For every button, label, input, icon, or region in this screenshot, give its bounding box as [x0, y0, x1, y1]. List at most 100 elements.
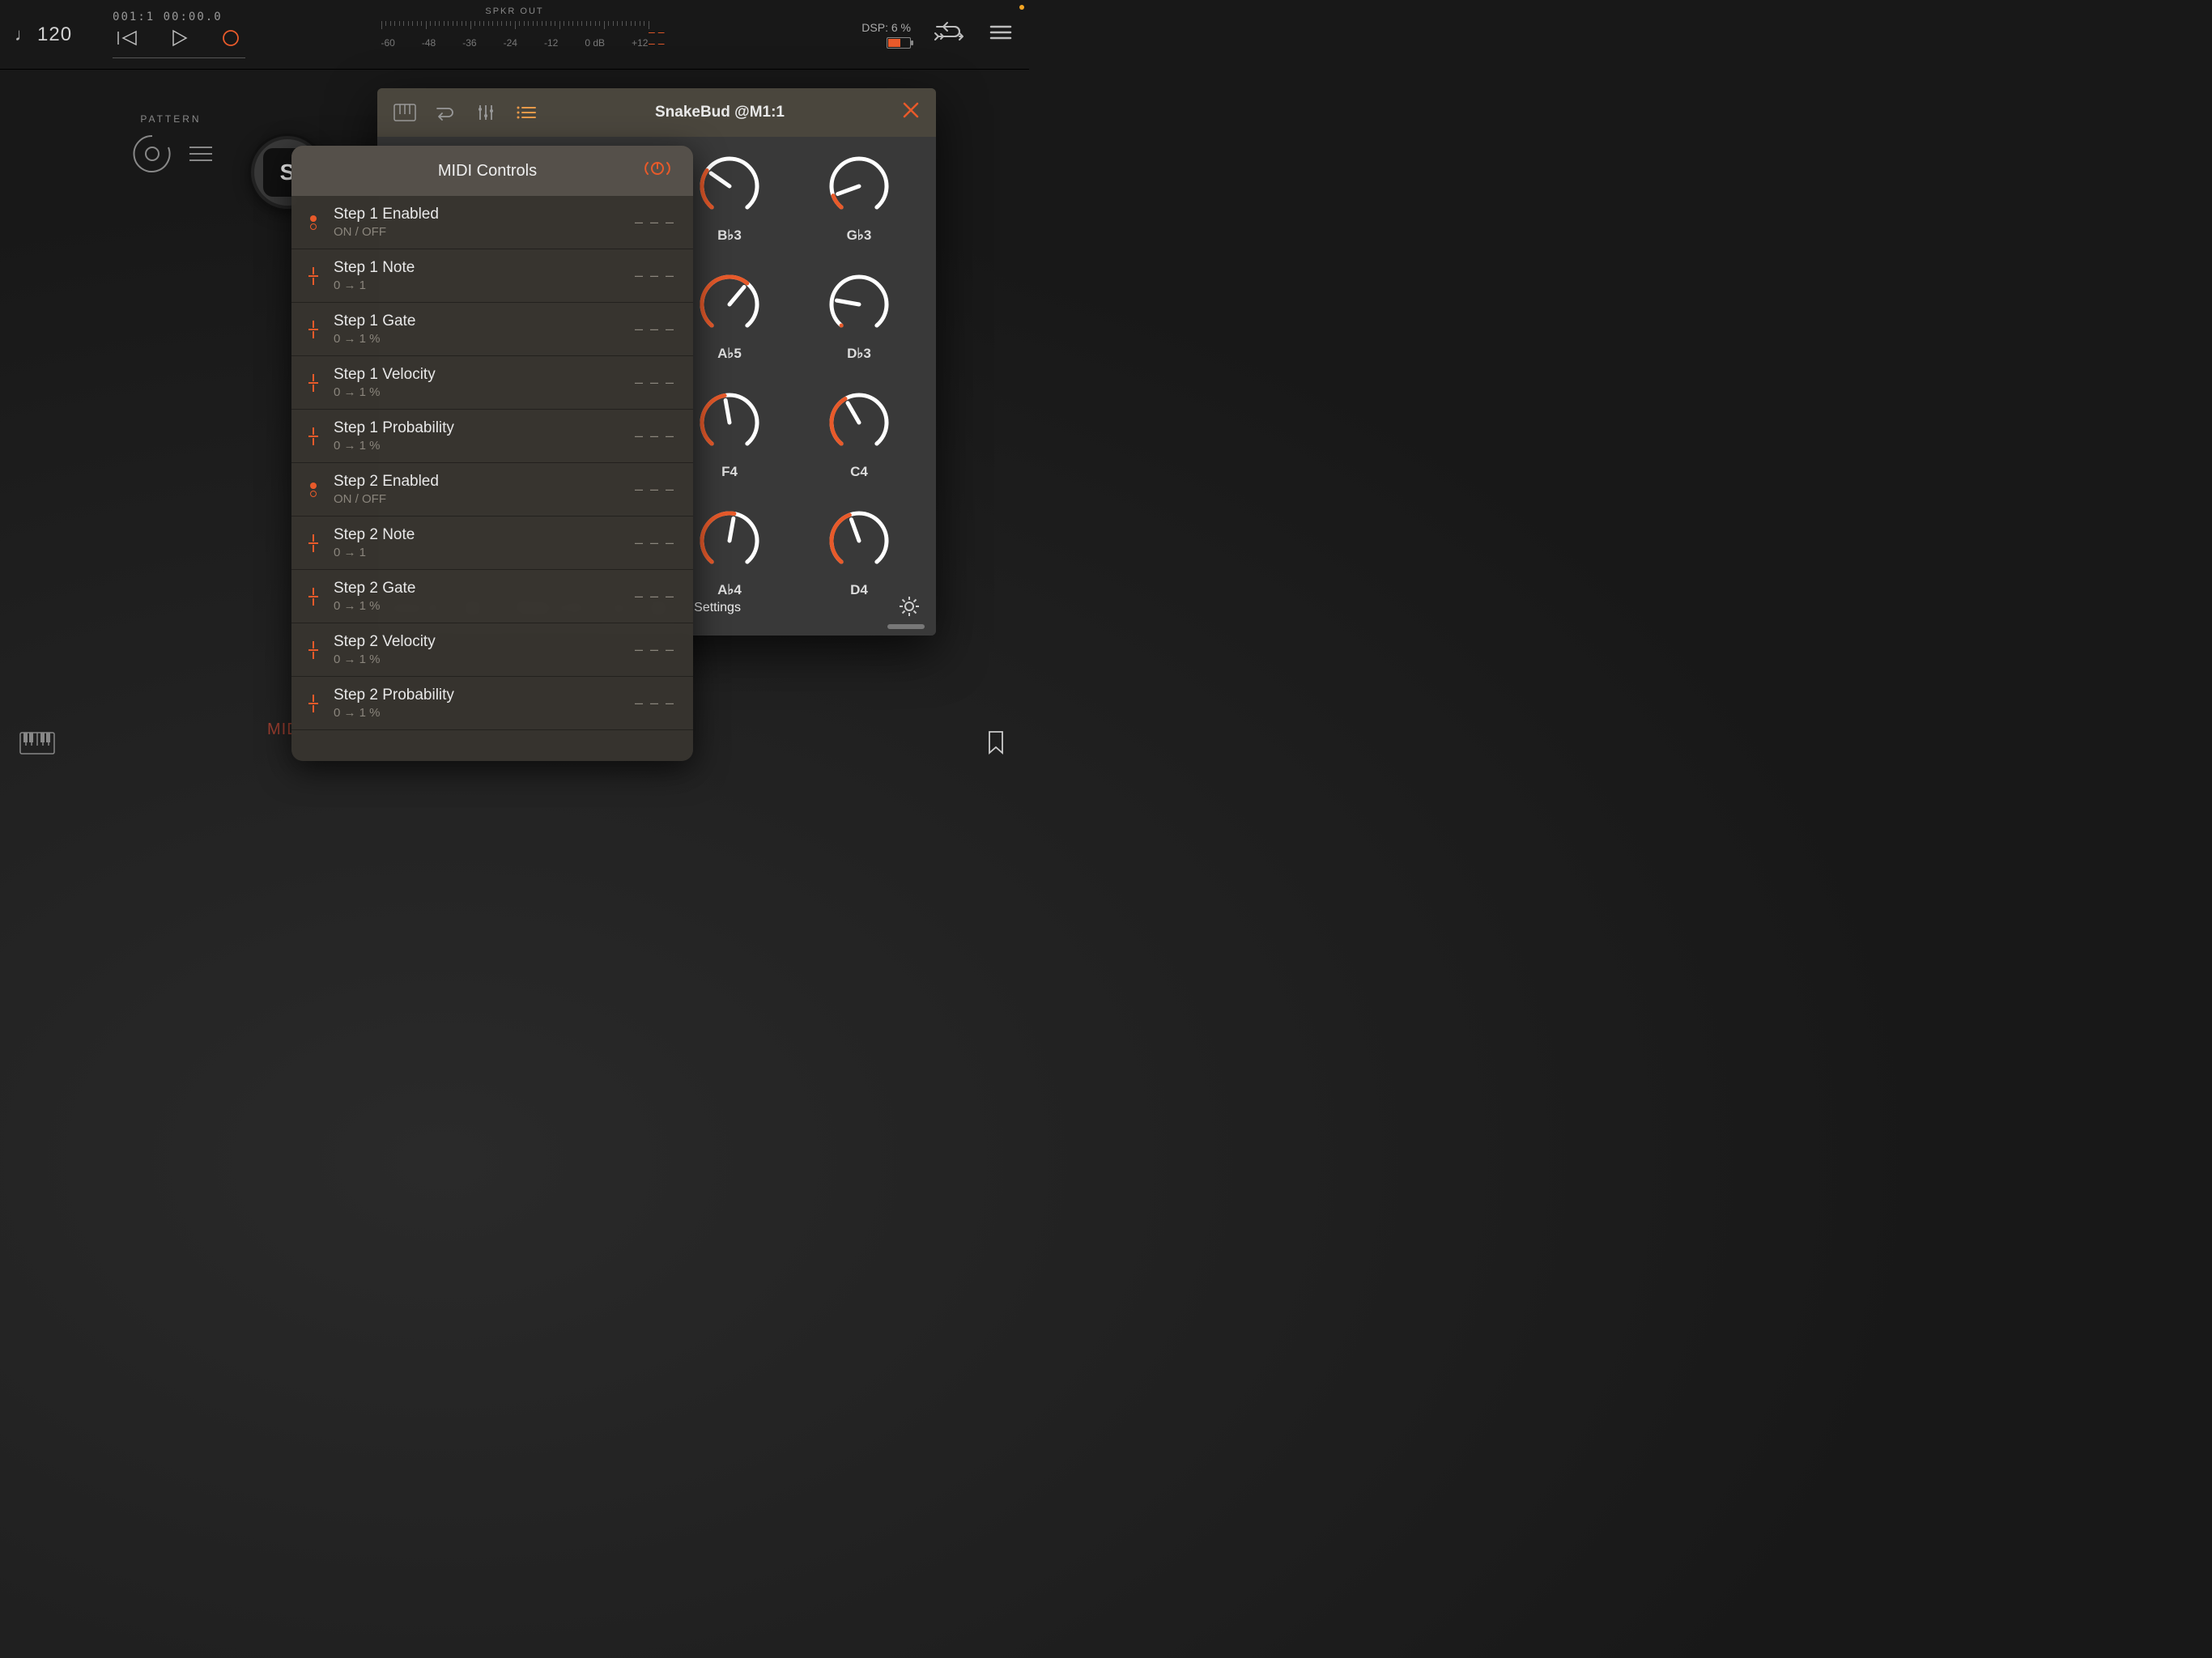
meter-tick-label: +12	[632, 37, 648, 49]
control-assignment: – – –	[635, 641, 675, 658]
slider-icon	[304, 321, 322, 338]
toggle-icon	[304, 483, 322, 497]
slider-icon	[304, 588, 322, 606]
toggle-icon	[304, 215, 322, 230]
slider-icon	[304, 641, 322, 659]
slider-icon	[304, 374, 322, 392]
tempo-block[interactable]: ♩ 120	[15, 23, 72, 46]
dsp-value: 6 %	[891, 21, 911, 34]
rewind-button[interactable]	[113, 23, 142, 53]
top-bar: ♩ 120 001:1 00:00.0 SPKR OUT -60 -48 -36 -2…	[0, 0, 1029, 70]
control-title: Step 2 Enabled	[334, 473, 623, 491]
control-title: Step 1 Gate	[334, 312, 623, 330]
tempo-value[interactable]: 120	[37, 23, 72, 46]
midi-controls-popover: MIDI Controls Step 1 Enabled ON / OFF – …	[291, 146, 693, 761]
control-title: Step 2 Probability	[334, 687, 623, 704]
control-title: Step 2 Note	[334, 526, 623, 544]
slider-icon	[304, 534, 322, 552]
control-assignment: – – –	[635, 534, 675, 551]
drag-handle[interactable]	[887, 624, 925, 629]
play-button[interactable]	[164, 23, 194, 53]
control-title: Step 2 Gate	[334, 580, 623, 597]
control-assignment: – – –	[635, 214, 675, 231]
meter-tick-label: -48	[422, 37, 436, 49]
midi-control-row[interactable]: Step 1 Gate 0 → 1 % – – –	[291, 303, 693, 356]
meter-tick-label: -24	[504, 37, 517, 49]
meter-label: SPKR OUT	[381, 6, 649, 16]
meter-tick-label: -60	[381, 37, 395, 49]
keyboard-icon[interactable]	[19, 732, 55, 759]
control-assignment: – – –	[635, 374, 675, 391]
meter-peak-dashes: – –– –	[649, 26, 664, 49]
plugin-window-header: SnakeBud @M1:1	[377, 88, 936, 137]
list-tab-icon[interactable]	[515, 101, 538, 124]
meter-tick-label: -36	[462, 37, 476, 49]
control-subtitle: 0 → 1 %	[334, 599, 623, 613]
recording-indicator-dot	[1019, 5, 1024, 10]
control-subtitle: 0 → 1 %	[334, 332, 623, 346]
dsp-status: DSP: 6 %	[861, 21, 911, 49]
midi-control-row[interactable]: Step 2 Velocity 0 → 1 % – – –	[291, 623, 693, 677]
quarter-note-icon: ♩	[15, 24, 32, 45]
control-assignment: – – –	[635, 481, 675, 498]
midi-control-row[interactable]: Step 1 Probability 0 → 1 % – – –	[291, 410, 693, 463]
midi-controls-list[interactable]: Step 1 Enabled ON / OFF – – – Step 1 Not…	[291, 196, 693, 761]
slider-icon	[304, 427, 322, 445]
close-button[interactable]	[902, 101, 920, 124]
knob-label: D♭3	[798, 346, 920, 362]
slider-icon	[304, 267, 322, 285]
knob-5[interactable]: C4	[798, 386, 920, 480]
meter-scale: -60-48-36-24-120 dB+12 – –– –	[381, 21, 649, 53]
midi-control-row[interactable]: Step 1 Enabled ON / OFF – – –	[291, 196, 693, 249]
control-assignment: – – –	[635, 267, 675, 284]
menu-icon[interactable]	[989, 23, 1013, 46]
knob-3[interactable]: D♭3	[798, 268, 920, 362]
record-button[interactable]	[216, 23, 245, 53]
control-assignment: – – –	[635, 588, 675, 605]
control-subtitle: 0 → 1	[334, 546, 623, 559]
bookmark-icon[interactable]	[987, 730, 1005, 759]
knob-1[interactable]: G♭3	[798, 150, 920, 244]
popover-header: MIDI Controls	[291, 146, 693, 196]
settings-label: Settings	[694, 601, 741, 615]
midi-control-row[interactable]: Step 1 Note 0 → 1 – – –	[291, 249, 693, 303]
midi-control-row[interactable]: Step 2 Enabled ON / OFF – – –	[291, 463, 693, 517]
dsp-label: DSP:	[861, 21, 888, 34]
control-assignment: – – –	[635, 321, 675, 338]
control-subtitle: ON / OFF	[334, 225, 623, 239]
control-assignment: – – –	[635, 427, 675, 444]
control-title: Step 1 Note	[334, 259, 623, 277]
control-subtitle: 0 → 1 %	[334, 706, 623, 720]
gear-icon[interactable]	[897, 594, 921, 623]
output-meter[interactable]: SPKR OUT -60-48-36-24-120 dB+12 – –– –	[381, 6, 649, 53]
control-title: Step 1 Probability	[334, 419, 623, 437]
knob-label: C4	[798, 464, 920, 480]
knob-7[interactable]: D4	[798, 504, 920, 598]
plugin-title: SnakeBud @M1:1	[555, 104, 884, 121]
control-title: Step 1 Enabled	[334, 206, 623, 223]
midi-control-row[interactable]: Step 2 Note 0 → 1 – – –	[291, 517, 693, 570]
midi-control-row[interactable]: Step 2 Gate 0 → 1 % – – –	[291, 570, 693, 623]
transport: 001:1 00:00.0	[113, 11, 245, 58]
control-assignment: – – –	[635, 695, 675, 712]
transport-position[interactable]: 001:1 00:00.0	[113, 11, 245, 23]
knob-grid: B♭3 G♭3 A♭5 D♭3 F4 C4 A♭4	[669, 150, 920, 598]
midi-control-row[interactable]: Step 1 Velocity 0 → 1 % – – –	[291, 356, 693, 410]
keyboard-tab-icon[interactable]	[393, 101, 416, 124]
control-subtitle: ON / OFF	[334, 492, 623, 506]
control-title: Step 1 Velocity	[334, 366, 623, 384]
knob-label: G♭3	[798, 227, 920, 244]
midi-control-row[interactable]: Step 2 Probability 0 → 1 % – – –	[291, 677, 693, 730]
midi-learn-icon[interactable]	[641, 158, 674, 184]
control-subtitle: 0 → 1 %	[334, 439, 623, 453]
pattern-label: PATTERN	[130, 113, 212, 125]
status-block: DSP: 6 %	[861, 20, 1021, 49]
battery-icon	[887, 37, 911, 49]
pattern-selector[interactable]	[130, 131, 175, 176]
pattern-menu-icon[interactable]	[189, 147, 212, 161]
control-subtitle: 0 → 1 %	[334, 653, 623, 666]
route-tab-icon[interactable]	[434, 101, 457, 124]
routing-icon[interactable]	[934, 20, 966, 49]
mixer-tab-icon[interactable]	[474, 101, 497, 124]
popover-title: MIDI Controls	[334, 162, 641, 181]
